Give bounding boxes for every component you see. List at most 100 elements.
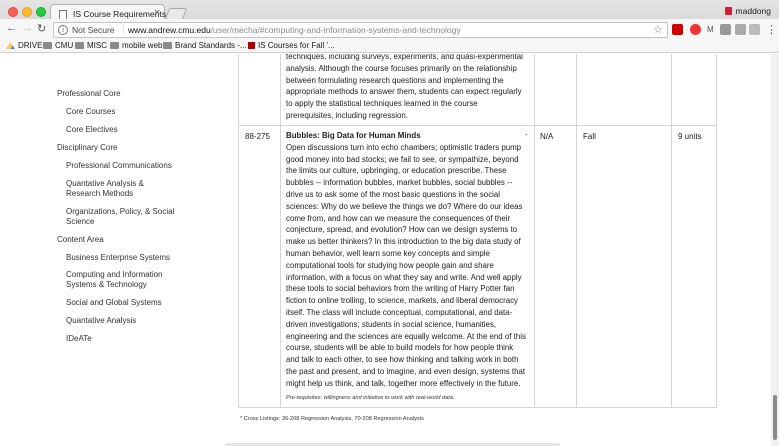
sidebar-item-quantative-analysis-research-methods[interactable]: Quantative Analysis & Research Methods [66, 179, 166, 199]
scrollbar-track[interactable] [771, 54, 779, 446]
folder-icon [43, 42, 52, 49]
url-path: /user/mecha/#computing-and-information-s… [210, 25, 461, 35]
description-line: to apply the statistical techniques lear… [286, 99, 478, 109]
column-divider [280, 54, 281, 408]
url-separator: | [122, 24, 125, 34]
bookmark-label: IS Courses for Fall '... [258, 41, 335, 50]
tab-title: IS Course Requirements [73, 9, 167, 19]
bookmark-label: Brand Standards -... [175, 41, 247, 50]
bookmark-star-icon[interactable]: ☆ [653, 23, 663, 36]
extension-icon[interactable] [735, 24, 746, 35]
course-prerequisites-note: Pre-requisites: willingness and initiati… [286, 395, 455, 401]
sidebar-item-content-area[interactable]: Content Area [57, 235, 104, 245]
description-line: prerequisites, including regression. [286, 110, 408, 120]
column-divider [671, 54, 672, 408]
description-line: itself. The class will include conceptua… [286, 307, 513, 317]
camera-extension-icon[interactable] [720, 24, 731, 35]
sidebar-item-business-enterprise-systems[interactable]: Business Enterprise Systems [66, 253, 170, 263]
bookmarks-bar: DRIVE CMU MISC mobile web Brand Standard… [0, 39, 779, 53]
column-divider [576, 54, 577, 408]
course-title: Bubbles: Big Data for Human Minds [286, 131, 421, 140]
bookmark-mobile-web[interactable]: mobile web [110, 41, 162, 50]
course-description: Bubbles: Big Data for Human Minds Open d… [286, 130, 529, 390]
forward-arrow-icon[interactable]: → [22, 22, 33, 34]
folder-icon [163, 42, 172, 49]
extension-red-icon[interactable] [690, 24, 701, 35]
description-line: the past and present, and to imagine, an… [286, 366, 526, 376]
description-line: appropriate methods to answer them, stud… [286, 87, 522, 97]
bookmark-label: DRIVE [18, 41, 43, 50]
bookmark-brand-standards[interactable]: Brand Standards -... [163, 41, 247, 50]
info-icon[interactable]: i [58, 25, 68, 35]
bookmark-cmu[interactable]: CMU [43, 41, 73, 50]
course-prerequisite-cell: N/A [540, 132, 554, 141]
description-line: analysis. Although the course focuses pr… [286, 63, 517, 73]
adblock-extension-icon[interactable] [672, 24, 683, 35]
reload-icon[interactable]: ↻ [37, 22, 46, 35]
bookmark-label: MISC [87, 41, 107, 50]
course-units: 9 units [678, 132, 702, 141]
description-line: sciences: Why do we believe the things w… [286, 201, 523, 211]
window-close-button[interactable] [8, 7, 18, 17]
description-line: Open discussions turn into echo chambers… [286, 142, 522, 152]
description-line: bubbles -- information bubbles, market b… [286, 178, 513, 188]
row-divider [238, 125, 717, 126]
scrollbar-thumb[interactable] [773, 395, 777, 440]
description-line: might help us think, and talk, together … [286, 378, 521, 388]
extension-icon[interactable] [749, 24, 760, 35]
course-number: 88-275 [245, 132, 270, 141]
folder-icon [110, 42, 119, 49]
description-line: computational tools for studying how peo… [286, 260, 494, 270]
security-label: Not Secure [72, 25, 115, 35]
description-line: course, students will be able to build m… [286, 343, 514, 353]
tab-close-icon[interactable]: × [154, 7, 160, 19]
description-line: and talk to each other, to see how think… [286, 355, 519, 365]
sidebar-item-core-electives[interactable]: Core Electives [66, 125, 118, 135]
bookmark-is-courses[interactable]: IS Courses for Fall '... [248, 41, 335, 50]
bookmark-label: CMU [55, 41, 74, 50]
sidebar-item-core-courses[interactable]: Core Courses [66, 107, 115, 117]
window-maximize-button[interactable] [36, 7, 46, 17]
description-line: between formulating research questions a… [286, 75, 504, 85]
description-line: engineering and the sciences are equally… [286, 331, 526, 341]
profile-name: maddong [735, 6, 771, 16]
previous-course-description: techniques, including surveys, experimen… [286, 54, 529, 122]
window-minimize-button[interactable] [22, 7, 32, 17]
page-content: Professional Core Core Courses Core Elec… [0, 54, 779, 446]
sidebar-item-computing-information-systems[interactable]: Computing and Information Systems & Tech… [66, 270, 181, 290]
cmu-icon [248, 42, 255, 49]
cross-listings-footnote: * Cross Listings: 36-208 Regression Anal… [240, 416, 424, 422]
drive-icon [6, 42, 15, 49]
description-line: information, with a focus on what they s… [286, 272, 522, 282]
sidebar-item-professional-communications[interactable]: Professional Communications [66, 161, 172, 171]
back-arrow-icon[interactable]: ← [6, 22, 17, 34]
sidebar-item-disciplinary-core[interactable]: Disciplinary Core [57, 143, 117, 153]
bookmark-label: mobile web [122, 41, 163, 50]
description-line: techniques, including surveys, experimen… [286, 54, 523, 61]
description-line: fiction to online trolling, to science, … [286, 296, 519, 306]
folder-icon [75, 42, 84, 49]
sidebar-item-quantative-analysis[interactable]: Quantative Analysis [66, 316, 136, 326]
sidebar-item-social-global-systems[interactable]: Social and Global Systems [66, 298, 162, 308]
description-line: good money into bad stocks; we fail to s… [286, 154, 519, 164]
sidebar-item-professional-core[interactable]: Professional Core [57, 89, 121, 99]
course-semester: Fall [583, 132, 596, 141]
description-line: come from, and how can we measure the co… [286, 213, 511, 223]
browser-menu-icon[interactable]: ⋮ [766, 23, 777, 36]
address-bar[interactable]: i Not Secure | www.andrew.cmu.edu/user/m… [53, 22, 668, 38]
extension-m-icon[interactable]: M [707, 25, 718, 36]
bookmark-drive[interactable]: DRIVE [6, 41, 42, 50]
profile-button[interactable]: maddong [724, 6, 771, 16]
sidebar-item-organizations-policy-social-science[interactable]: Organizations, Policy, & Social Science [66, 207, 181, 227]
description-line: the limits our culture, upbringing, or e… [286, 166, 507, 176]
sidebar-item-ideate[interactable]: IDeATe [66, 334, 92, 344]
description-line: drive us to ask some of the most basic q… [286, 189, 501, 199]
bookmark-misc[interactable]: MISC [75, 41, 107, 50]
column-divider [534, 54, 535, 408]
url-text[interactable]: www.andrew.cmu.edu/user/mecha/#computing… [128, 25, 461, 35]
description-line: driven investigations; students in socia… [286, 319, 497, 329]
profile-icon [724, 7, 732, 15]
description-line: human behavior, well learn some key conc… [286, 248, 490, 258]
description-line: conjecture, spread, and evolution? How c… [286, 225, 518, 235]
url-host: www.andrew.cmu.edu [128, 25, 211, 35]
